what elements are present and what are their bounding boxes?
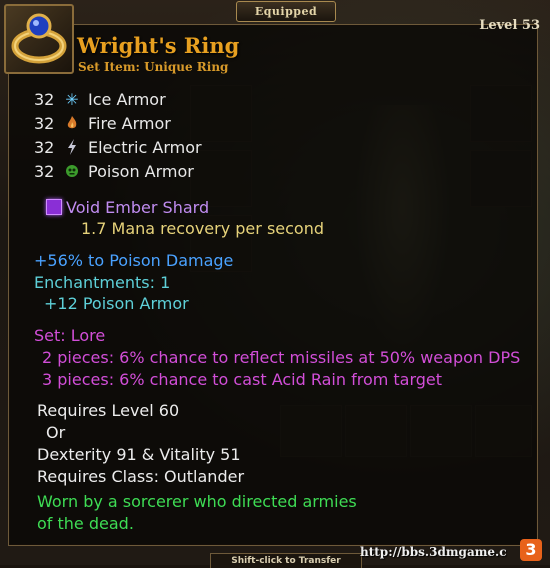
- transfer-hint: Shift-click to Transfer: [210, 553, 362, 568]
- set-bonus-2: 2 pieces: 6% chance to reflect missiles …: [42, 348, 521, 367]
- flavor-text-line1: Worn by a sorcerer who directed armies: [37, 492, 357, 511]
- armor-value: 32: [34, 137, 55, 157]
- ring-icon: [4, 4, 74, 74]
- armor-value: 32: [34, 161, 55, 181]
- lightning-icon: [60, 138, 84, 156]
- armor-value: 32: [34, 113, 55, 133]
- enchantments-count: Enchantments: 1: [34, 273, 171, 292]
- poison-icon: [60, 164, 84, 178]
- item-type: Set Item: Unique Ring: [78, 60, 229, 74]
- requirement-level: Requires Level 60: [37, 401, 180, 420]
- tooltip-header: Equipped Wright's Ring Set Item: Unique …: [0, 0, 550, 80]
- item-level: Level 53: [479, 18, 540, 33]
- gem-icon: [46, 199, 62, 215]
- gem-effect: 1.7 Mana recovery per second: [81, 219, 324, 238]
- armor-row-electric: 32 Electric Armor: [34, 136, 202, 158]
- flavor-text-line2: of the dead.: [37, 514, 134, 533]
- enchant-effect: +12 Poison Armor: [44, 294, 189, 313]
- armor-label: Electric Armor: [88, 137, 202, 157]
- armor-label: Fire Armor: [88, 113, 171, 133]
- requirement-or: Or: [46, 423, 66, 442]
- damage-bonus: +56% to Poison Damage: [34, 251, 234, 270]
- watermark-url: http://bbs.3dmgame.c: [360, 545, 507, 559]
- ice-icon: ✳: [65, 89, 79, 109]
- armor-row-poison: 32 Poison Armor: [34, 160, 194, 182]
- equipped-tab[interactable]: Equipped: [236, 1, 336, 22]
- armor-label: Ice Armor: [88, 89, 166, 109]
- gem-name: Void Ember Shard: [66, 198, 210, 217]
- set-bonus-3: 3 pieces: 6% chance to cast Acid Rain fr…: [42, 370, 443, 389]
- requirement-class: Requires Class: Outlander: [37, 467, 245, 486]
- fire-icon: [60, 115, 84, 131]
- armor-value: 32: [34, 89, 55, 109]
- socketed-gem: Void Ember Shard: [46, 198, 209, 217]
- watermark-logo: 3: [520, 539, 542, 561]
- set-name: Set: Lore: [34, 326, 106, 345]
- item-name: Wright's Ring: [77, 33, 240, 58]
- armor-label: Poison Armor: [88, 161, 194, 181]
- armor-row-fire: 32 Fire Armor: [34, 112, 171, 134]
- armor-row-ice: 32 ✳ Ice Armor: [34, 88, 166, 110]
- requirement-stats: Dexterity 91 & Vitality 51: [37, 445, 241, 464]
